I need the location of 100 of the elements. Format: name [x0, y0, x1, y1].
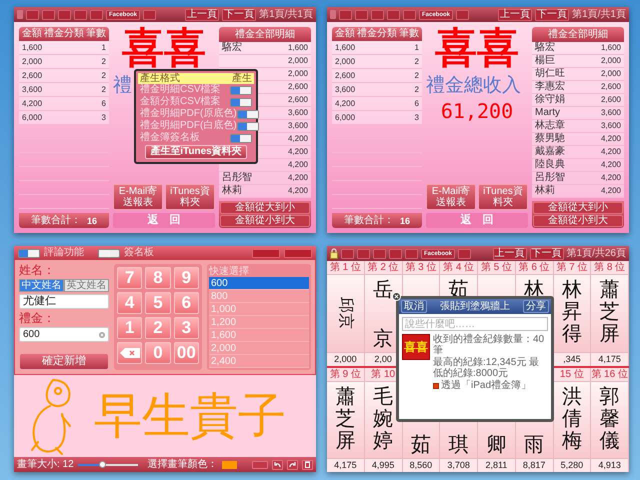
segment-tab[interactable]: 中文姓名 — [19, 279, 64, 292]
toolbar-button[interactable] — [371, 10, 384, 20]
keypad-key[interactable]: 00 — [174, 342, 199, 364]
keypad-key[interactable]: 8 — [145, 267, 171, 289]
name-field[interactable]: 尤健仁 — [19, 294, 109, 309]
table-cell: 2 — [414, 84, 419, 96]
table-cell: 林志章 — [535, 121, 565, 131]
keypad-key[interactable]: 4 — [117, 292, 142, 314]
toggle-switch[interactable] — [230, 98, 252, 106]
keypad-key[interactable]: 3 — [174, 317, 199, 339]
toolbar-button[interactable] — [458, 248, 472, 258]
toolbar-button[interactable] — [42, 10, 55, 20]
amount-cell: 4,995 — [364, 458, 402, 472]
toggle-switch[interactable] — [18, 248, 40, 258]
rank-cell: 第 9 位 — [327, 368, 365, 382]
toolbar-button[interactable] — [357, 248, 370, 258]
table-cell: 6,000 — [335, 112, 356, 124]
slider-thumb[interactable] — [98, 461, 106, 468]
option-label: 禮金簿簽名板 — [140, 133, 200, 143]
previous-page-button[interactable]: 上一頁 — [498, 8, 532, 20]
add-button[interactable]: 確定新增 — [19, 353, 109, 370]
list-title: 快速選擇 — [209, 266, 250, 277]
toggle-switch[interactable] — [230, 134, 252, 142]
cancel-button[interactable]: 取消 — [401, 300, 427, 313]
table-cell: 2,000 — [600, 56, 621, 66]
amount-cell: 8,817 — [516, 458, 554, 472]
page-indicator: 第1頁/共1頁 — [259, 10, 313, 20]
delete-button[interactable] — [302, 460, 313, 470]
next-page-button[interactable]: 下一頁 — [222, 8, 256, 20]
sort-button[interactable]: 金額從大到小 — [220, 202, 310, 214]
toolbar-button[interactable] — [26, 10, 39, 20]
toolbar-button[interactable] — [387, 10, 400, 20]
toolbar-button[interactable] — [74, 10, 87, 20]
toolbar-button[interactable] — [403, 10, 416, 20]
generate-button[interactable]: 產生至iTunes資料夾 — [145, 145, 247, 159]
keypad-key[interactable]: 1 — [117, 317, 142, 339]
amount-field[interactable]: 600 — [19, 327, 109, 342]
toolbar-button[interactable] — [252, 248, 280, 258]
redo-button[interactable] — [287, 460, 298, 470]
brush-size-slider[interactable] — [78, 461, 138, 468]
back-button[interactable]: 返 回 — [113, 213, 215, 228]
toolbar-button[interactable] — [355, 10, 368, 20]
share-button[interactable]: 分享 — [523, 300, 549, 313]
keypad-key[interactable]: 0 — [145, 342, 171, 364]
keypad-key[interactable]: 2 — [145, 317, 171, 339]
list-item[interactable]: 600 — [209, 277, 309, 290]
toolbar-button[interactable] — [58, 10, 71, 20]
guest-name: 郭馨儀 — [600, 384, 620, 450]
sort-button[interactable]: 金額從小到大 — [220, 215, 310, 227]
rank-cell: 15 位 — [554, 368, 592, 382]
toggle-switch[interactable] — [230, 86, 252, 94]
table-cell: 徐守娟 — [535, 95, 565, 105]
table-cell: 2,600 — [335, 70, 356, 82]
table-cell: 林莉 — [222, 186, 242, 196]
toggle-switch[interactable] — [236, 110, 259, 118]
toolbar-button[interactable] — [389, 248, 402, 258]
undo-button[interactable] — [272, 460, 283, 470]
toolbar-button[interactable] — [405, 248, 418, 258]
segment-tab[interactable]: 英文姓名 — [64, 279, 109, 292]
sort-button[interactable]: 金額從小到大 — [533, 215, 623, 227]
toggle-switch[interactable] — [98, 248, 120, 258]
comment-field[interactable]: 說些什麼吧…… — [402, 317, 548, 331]
toggle-switch[interactable] — [236, 122, 259, 130]
table-cell: 1,600 — [600, 43, 621, 53]
table-cell: 呂彤智 — [535, 173, 565, 183]
guest-name: 卿 — [486, 433, 506, 455]
color-swatch[interactable] — [222, 460, 237, 468]
clear-icon[interactable] — [99, 332, 105, 338]
toolbar-button[interactable] — [341, 248, 354, 258]
table-cell: 4,200 — [335, 98, 356, 110]
previous-page-button[interactable]: 上一頁 — [185, 8, 220, 20]
report-button[interactable]: iTunes資料夾 — [478, 184, 528, 210]
report-button[interactable]: E-Mail寄送報表 — [426, 184, 476, 210]
keypad-key[interactable]: 6 — [174, 292, 199, 314]
previous-page-button[interactable]: 上一頁 — [492, 248, 527, 260]
total-income-title: 禮 — [113, 75, 132, 97]
toolbar-button[interactable] — [143, 10, 156, 20]
table-cell: 6,000 — [22, 112, 42, 124]
table-cell: 2,600 — [288, 95, 308, 105]
keypad-key[interactable]: 9 — [174, 267, 199, 289]
table-cell: 駱宏 — [535, 43, 555, 53]
keypad-key[interactable]: 5 — [145, 292, 171, 314]
table-cell: 4,200 — [600, 134, 621, 144]
toolbar-button[interactable] — [339, 10, 352, 20]
undo-icon — [274, 462, 281, 468]
report-button[interactable]: iTunes資料夾 — [165, 184, 215, 210]
toolbar-button[interactable] — [284, 248, 312, 258]
report-button[interactable]: E-Mail寄送報表 — [113, 184, 163, 210]
next-page-button[interactable]: 下一頁 — [535, 8, 570, 20]
keypad-key[interactable]: 7 — [117, 267, 142, 289]
toolbar-button[interactable] — [456, 10, 470, 20]
back-button[interactable]: 返 回 — [426, 213, 528, 228]
toolbar-button[interactable] — [373, 248, 386, 258]
dialog-title: 張貼到塗鴉牆上 — [440, 302, 510, 312]
toolbar-button[interactable] — [90, 10, 103, 20]
close-icon[interactable] — [392, 292, 401, 301]
backspace-key[interactable] — [117, 342, 142, 364]
option-label: 禮金明細PDF(白底色) — [140, 121, 237, 131]
sort-button[interactable]: 金額從大到小 — [533, 202, 623, 214]
next-page-button[interactable]: 下一頁 — [530, 248, 564, 260]
